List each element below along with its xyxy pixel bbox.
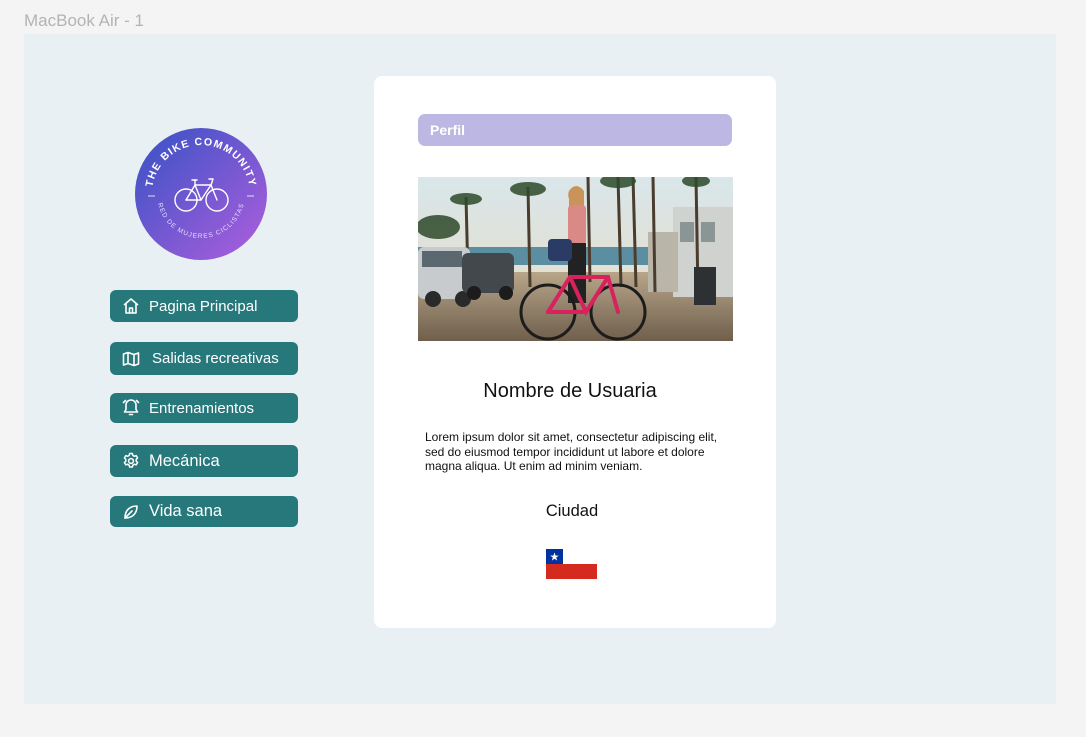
map-icon (121, 349, 141, 369)
profile-tab[interactable]: Perfil (418, 114, 732, 146)
home-icon (121, 296, 141, 316)
nav-label: Mecánica (149, 451, 220, 470)
city: Ciudad (545, 502, 599, 520)
macbook-frame: THE BIKE COMMUNITY RED DE MUJERES CICLIS… (24, 34, 1056, 704)
nav-mecanica[interactable]: Mecánica (110, 445, 298, 477)
frame-label: MacBook Air - 1 (24, 11, 144, 30)
bike-community-logo: THE BIKE COMMUNITY RED DE MUJERES CICLIS… (135, 128, 267, 260)
bio-text: Lorem ipsum dolor sit amet, consectetur … (425, 430, 718, 473)
nav-vida-sana[interactable]: Vida sana (110, 496, 298, 527)
profile-card: Perfil Nombre de Usuaria Lorem ipsum dol… (374, 76, 776, 628)
nav-entrenamientos[interactable]: Entrenamientos (110, 393, 298, 423)
chile-flag-icon (546, 549, 597, 579)
nav-salidas-recreativas[interactable]: Salidas recreativas (110, 342, 298, 375)
username: Nombre de Usuaria (483, 380, 657, 402)
nav-label: Vida sana (149, 502, 223, 520)
profile-photo (418, 177, 733, 341)
nav-label: Entrenamientos (149, 399, 255, 417)
leaf-icon (121, 502, 141, 522)
alarm-clock-icon (121, 398, 141, 418)
nav-label: Salidas recreativas (152, 350, 279, 367)
gear-icon (121, 451, 141, 471)
nav-pagina-principal[interactable]: Pagina Principal (110, 290, 298, 322)
nav-label: Pagina Principal (149, 297, 258, 315)
